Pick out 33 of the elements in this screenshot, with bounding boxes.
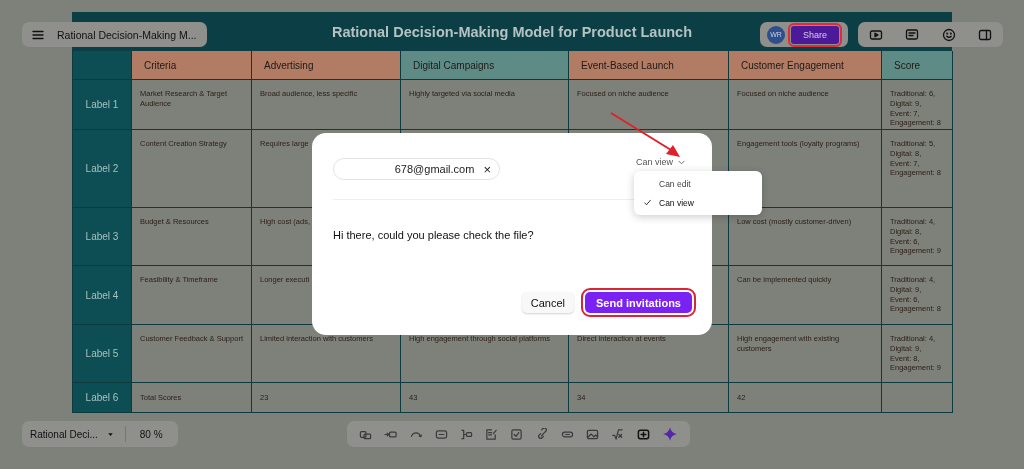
text-box-icon[interactable] xyxy=(434,427,448,441)
comment-icon[interactable] xyxy=(905,27,920,42)
remove-recipient-button[interactable]: × xyxy=(483,162,491,176)
cancel-button[interactable]: Cancel xyxy=(521,292,575,313)
permission-dropdown[interactable]: Can view xyxy=(636,157,686,167)
panel-icon[interactable] xyxy=(977,27,992,42)
row-label: Label 1 xyxy=(73,80,132,130)
link-icon[interactable] xyxy=(535,427,549,441)
column-header: Advertising xyxy=(252,51,401,80)
image-icon[interactable] xyxy=(586,427,600,441)
column-header: Criteria xyxy=(132,51,252,80)
document-dropdown[interactable]: Rational Deci... xyxy=(22,426,126,442)
bracket-icon[interactable] xyxy=(460,427,473,441)
share-button[interactable]: Share xyxy=(791,25,839,44)
annotation-arrow xyxy=(610,112,680,157)
check-icon xyxy=(643,198,652,207)
column-header: Digital Campaigns xyxy=(401,51,569,80)
note-icon[interactable] xyxy=(485,427,499,441)
row-label: Label 3 xyxy=(73,208,132,266)
document-title[interactable]: Rational Decision-Making M... xyxy=(57,28,197,41)
row-label: Label 5 xyxy=(73,325,132,383)
add-box-icon[interactable] xyxy=(636,427,650,441)
formula-icon[interactable] xyxy=(611,427,625,441)
smiley-icon[interactable] xyxy=(941,27,956,42)
play-icon[interactable] xyxy=(869,27,884,42)
column-header: Score xyxy=(882,51,953,80)
column-header: Event-Based Launch xyxy=(569,51,729,80)
row-label: Label 6 xyxy=(73,383,132,413)
checkbox-icon[interactable] xyxy=(510,427,524,441)
column-header: Customer Engagement xyxy=(729,51,882,80)
row-label: Label 4 xyxy=(73,266,132,325)
row-label: Label 2 xyxy=(73,130,132,208)
zoom-level[interactable]: 80 % xyxy=(125,428,163,440)
